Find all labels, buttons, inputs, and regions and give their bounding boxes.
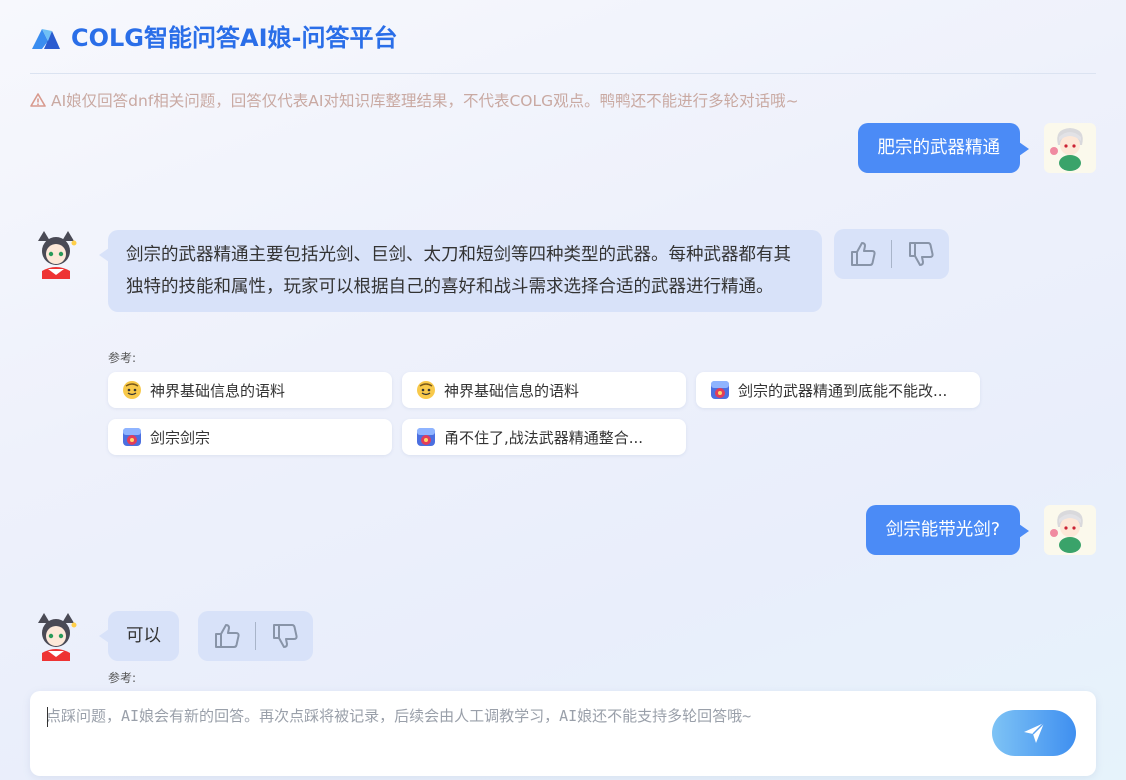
warning-icon <box>30 93 46 107</box>
reference-card[interactable]: 甬不住了,战法武器精通整合... <box>402 419 686 455</box>
thumbs-up-button[interactable] <box>834 229 891 279</box>
page-title: COLG智能问答AI娘-问答平台 <box>71 24 398 52</box>
thumbs-down-button[interactable] <box>892 229 949 279</box>
reference-title: 甬不住了,战法武器精通整合... <box>444 428 644 447</box>
reference-title: 剑宗剑宗 <box>150 428 211 447</box>
thumbs-down-icon <box>908 242 934 266</box>
reference-title: 剑宗的武器精通到底能不能改... <box>738 381 948 400</box>
reference-card[interactable]: 剑宗剑宗 <box>108 419 392 455</box>
colg-icon <box>417 428 435 446</box>
reference-label: 参考: <box>108 671 137 685</box>
thumbs-up-icon <box>850 242 876 266</box>
reference-card[interactable]: 神界基础信息的语料 <box>108 372 392 408</box>
logo-icon <box>32 29 60 49</box>
reference-title: 神界基础信息的语料 <box>150 381 286 400</box>
user-message: 肥宗的武器精通 <box>857 123 1029 173</box>
notice-text: AI娘仅回答dnf相关问题，回答仅代表AI对知识库整理结果，不代表COLG观点。… <box>51 92 799 110</box>
reference-label: 参考: <box>108 351 137 365</box>
chat-input-box <box>30 691 1096 776</box>
thumbs-down-button[interactable] <box>256 611 313 661</box>
colg-icon <box>711 381 729 399</box>
emoji-face-icon <box>417 381 435 399</box>
user-avatar <box>1044 123 1096 173</box>
user-avatar <box>1044 505 1096 555</box>
ai-avatar <box>30 229 82 279</box>
header: COLG智能问答AI娘-问答平台 <box>30 22 1096 74</box>
text-cursor <box>47 707 48 727</box>
reference-card[interactable]: 神界基础信息的语料 <box>402 372 686 408</box>
ai-avatar <box>30 611 82 661</box>
thumbs-up-button[interactable] <box>198 611 255 661</box>
thumbs-down-icon <box>272 624 298 648</box>
feedback-group <box>198 611 313 661</box>
feedback-group <box>834 229 949 279</box>
colg-icon <box>123 428 141 446</box>
reference-title: 神界基础信息的语料 <box>444 381 580 400</box>
question-input[interactable] <box>46 705 986 765</box>
thumbs-up-icon <box>214 624 240 648</box>
send-button[interactable] <box>992 710 1076 756</box>
notice-banner: AI娘仅回答dnf相关问题，回答仅代表AI对知识库整理结果，不代表COLG观点。… <box>30 88 799 112</box>
reference-card[interactable]: 剑宗的武器精通到底能不能改... <box>696 372 980 408</box>
send-icon <box>1024 722 1045 743</box>
user-message: 剑宗能带光剑? <box>865 505 1030 555</box>
ai-message: 剑宗的武器精通主要包括光剑、巨剑、太刀和短剑等四种类型的武器。每种武器都有其独特… <box>99 230 822 312</box>
ai-message: 可以 <box>99 611 179 661</box>
emoji-face-icon <box>123 381 141 399</box>
